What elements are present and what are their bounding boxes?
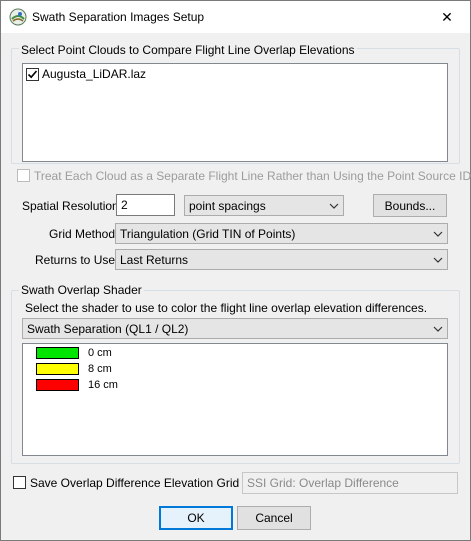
- globe-app-icon: [9, 8, 27, 26]
- window-title: Swath Separation Images Setup: [32, 10, 205, 24]
- save-grid-checkbox[interactable]: [13, 476, 26, 489]
- point-cloud-checkbox[interactable]: [26, 68, 39, 81]
- grid-method-select[interactable]: Triangulation (Grid TIN of Points): [115, 223, 448, 244]
- checkmark-icon: [27, 70, 38, 79]
- point-clouds-group-label: Select Point Clouds to Compare Flight Li…: [19, 43, 357, 57]
- chevron-down-icon: [429, 319, 447, 338]
- legend-swatch-8cm: [36, 363, 79, 375]
- title-bar: Swath Separation Images Setup ✕: [1, 1, 470, 33]
- legend-label-8cm: 8 cm: [88, 363, 112, 375]
- legend-swatch-16cm: [36, 379, 79, 391]
- returns-value: Last Returns: [120, 252, 189, 267]
- ok-button[interactable]: OK: [159, 506, 233, 530]
- shader-value: Swath Separation (QL1 / QL2): [27, 321, 189, 336]
- legend-swatch-0cm: [36, 347, 79, 359]
- spatial-resolution-label: Spatial Resolution:: [22, 199, 123, 213]
- spatial-resolution-unit-value: point spacings: [189, 198, 266, 213]
- chevron-down-icon: [325, 196, 343, 215]
- point-cloud-list[interactable]: Augusta_LiDAR.laz: [22, 63, 448, 162]
- separate-flight-line-label: Treat Each Cloud as a Separate Flight Li…: [34, 169, 471, 183]
- save-grid-label: Save Overlap Difference Elevation Grid a…: [30, 476, 256, 490]
- shader-legend-box: 0 cm 8 cm 16 cm: [22, 343, 448, 456]
- save-grid-filename[interactable]: SSI Grid: Overlap Difference: [242, 472, 458, 494]
- shader-group-label: Swath Overlap Shader: [19, 283, 144, 297]
- cancel-button[interactable]: Cancel: [237, 506, 311, 530]
- shader-instruction: Select the shader to use to color the fl…: [25, 301, 428, 315]
- chevron-down-icon: [429, 250, 447, 269]
- grid-method-label: Grid Method:: [49, 227, 119, 241]
- chevron-down-icon: [429, 224, 447, 243]
- returns-label: Returns to Use:: [35, 253, 119, 267]
- separate-flight-line-checkbox[interactable]: [17, 169, 30, 182]
- grid-method-value: Triangulation (Grid TIN of Points): [120, 226, 296, 241]
- bounds-button[interactable]: Bounds...: [373, 194, 447, 217]
- shader-select[interactable]: Swath Separation (QL1 / QL2): [22, 318, 448, 339]
- dialog-window: Swath Separation Images Setup ✕ Select P…: [0, 0, 471, 541]
- returns-select[interactable]: Last Returns: [115, 249, 448, 270]
- spatial-resolution-unit-select[interactable]: point spacings: [184, 195, 344, 216]
- close-icon: ✕: [441, 8, 453, 25]
- close-button[interactable]: ✕: [424, 1, 470, 33]
- point-cloud-item-label: Augusta_LiDAR.laz: [42, 67, 147, 81]
- legend-label-0cm: 0 cm: [88, 347, 112, 359]
- spatial-resolution-input[interactable]: 2: [116, 194, 175, 216]
- legend-label-16cm: 16 cm: [88, 379, 118, 391]
